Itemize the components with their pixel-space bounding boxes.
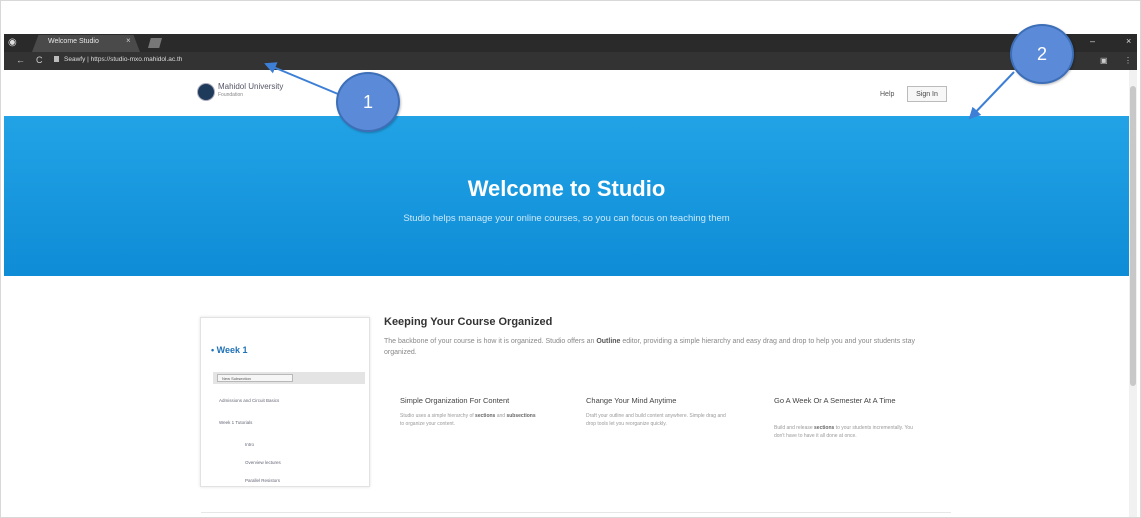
minimize-icon[interactable]: –	[1090, 36, 1095, 46]
outline-preview-image: • Week 1 New Subsection Admissions and C…	[200, 317, 370, 487]
browser-tab-bar	[4, 34, 1137, 52]
reload-icon[interactable]: C	[36, 55, 43, 65]
user-icon: ◉	[8, 37, 17, 48]
preview-new-subsection-button: New Subsection	[217, 374, 293, 382]
hero-title: Welcome to Studio	[467, 176, 666, 201]
section-divider	[201, 512, 951, 513]
tab-close-icon[interactable]: ×	[126, 36, 131, 45]
menu-icon[interactable]: ⋮	[1124, 56, 1132, 65]
hero-banner: Welcome to Studio Studio helps manage yo…	[4, 116, 1129, 276]
close-window-icon[interactable]: ×	[1126, 36, 1131, 46]
logo-name[interactable]: Mahidol University	[218, 83, 283, 91]
preview-row: Overview lectures	[245, 460, 281, 465]
scrollbar-thumb[interactable]	[1130, 86, 1136, 386]
tab-title: Welcome Studio	[48, 38, 99, 45]
column-body: Studio uses a simple hierarchy of sectio…	[400, 413, 536, 427]
feature-description: The backbone of your course is how it is…	[384, 338, 916, 356]
preview-week-heading: • Week 1	[211, 345, 248, 355]
preview-row: Admissions and Circuit Basics	[219, 398, 280, 403]
preview-row: Week 1 Tutorials	[219, 420, 253, 425]
url-text[interactable]: Seawfy | https://studio-mxo.mahidol.ac.t…	[64, 56, 182, 63]
lock-icon	[54, 56, 59, 62]
back-icon[interactable]: ←	[16, 55, 25, 65]
site-header: Mahidol University Foundation Help Sign …	[4, 70, 1129, 116]
callout-2: 2	[1010, 24, 1074, 84]
feature-title: Keeping Your Course Organized	[384, 316, 553, 328]
web-page: Mahidol University Foundation Help Sign …	[4, 70, 1129, 518]
column-body: Build and release sections to your stude…	[774, 425, 913, 439]
column-title: Go A Week Or A Semester At A Time	[774, 396, 896, 405]
preview-row: Parallel Resistors	[245, 478, 281, 483]
extension-icon[interactable]: ▣	[1100, 56, 1108, 65]
callout-1: 1	[336, 72, 400, 132]
column-title: Change Your Mind Anytime	[586, 396, 677, 405]
column-body: Draft your outline and build content any…	[586, 413, 726, 427]
university-seal-icon	[197, 83, 215, 101]
column-title: Simple Organization For Content	[400, 396, 510, 405]
logo-subtitle: Foundation	[218, 92, 244, 98]
hero-subtitle: Studio helps manage your online courses,…	[403, 213, 730, 224]
preview-row: Intro	[245, 442, 255, 447]
help-link[interactable]: Help	[880, 91, 894, 98]
sign-in-button[interactable]: Sign In	[907, 86, 947, 102]
screenshot-frame: ◉ Welcome Studio × – × ← C Seawfy | http…	[0, 0, 1141, 518]
